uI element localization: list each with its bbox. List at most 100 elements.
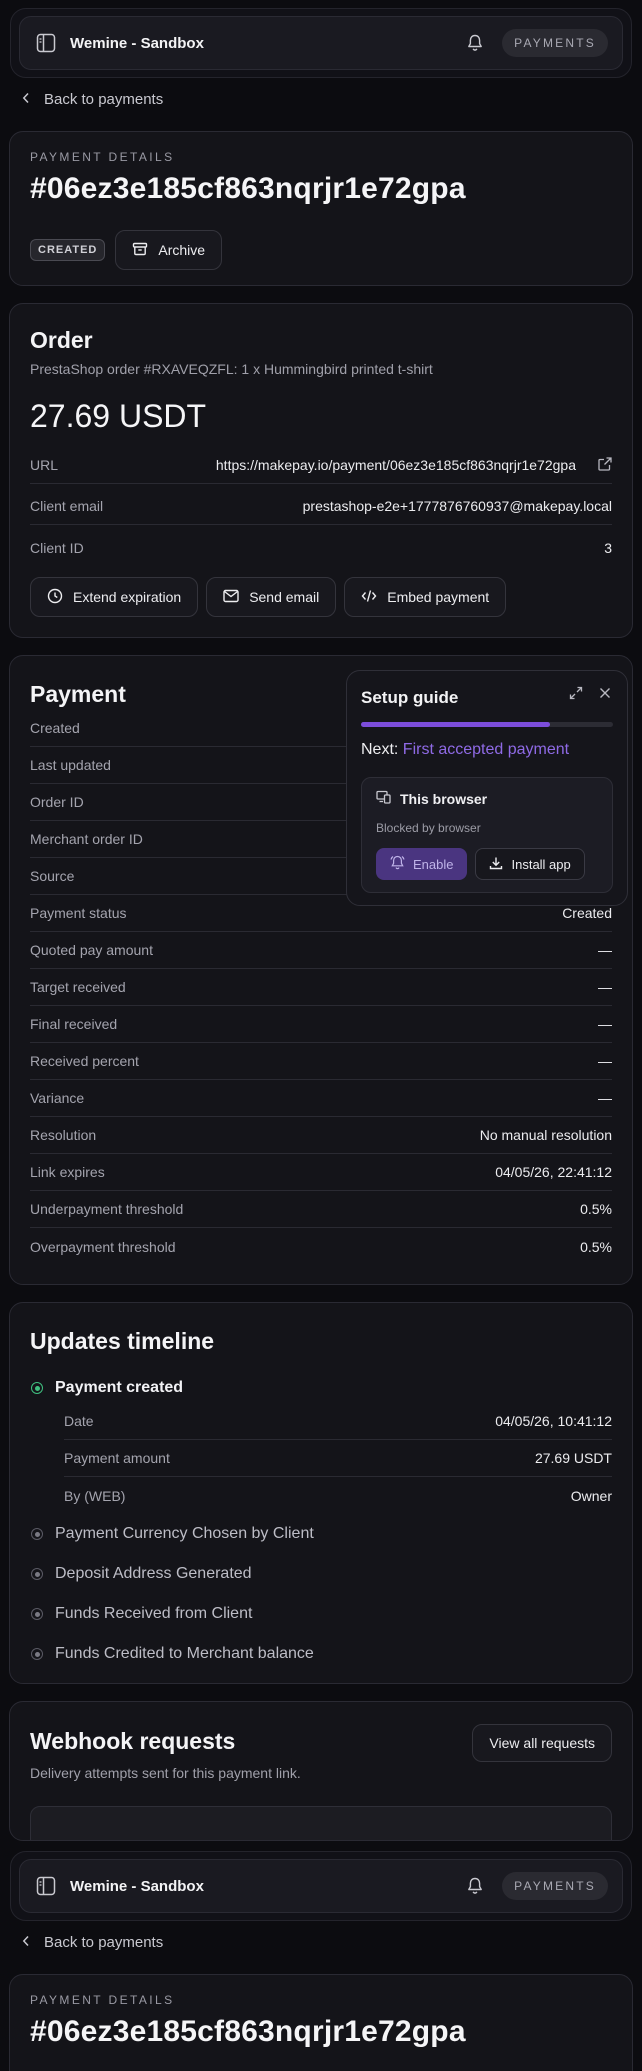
timeline-item-pending: Deposit Address Generated <box>31 1565 252 1583</box>
embed-payment-button[interactable]: Embed payment <box>344 577 507 617</box>
timeline-title: Updates timeline <box>30 1328 215 1354</box>
sidebar-toggle-icon[interactable] <box>34 1874 58 1898</box>
order-description: PrestaShop order #RXAVEQZFL: 1 x Humming… <box>30 361 433 377</box>
code-icon <box>361 589 377 606</box>
back-to-payments-link[interactable]: Back to payments <box>22 1934 163 1951</box>
order-card: Order PrestaShop order #RXAVEQZFL: 1 x H… <box>9 303 633 638</box>
client-email-row: Client email prestashop-e2e+177787676093… <box>30 488 612 525</box>
send-email-button[interactable]: Send email <box>206 577 337 617</box>
timeline-detail-row: By (WEB) Owner <box>64 1477 612 1514</box>
install-app-button[interactable]: Install app <box>475 848 585 880</box>
payment-row: Received percent — <box>30 1043 612 1080</box>
payment-row: Final received — <box>30 1006 612 1043</box>
row-label: Underpayment threshold <box>30 1201 184 1217</box>
bell-icon[interactable] <box>464 1875 486 1897</box>
clock-icon <box>47 588 63 607</box>
next-step-link[interactable]: First accepted payment <box>403 741 569 758</box>
row-label: Final received <box>30 1016 118 1032</box>
row-value: No manual resolution <box>479 1127 612 1143</box>
row-label: Overpayment threshold <box>30 1238 176 1255</box>
section-pill[interactable]: PAYMENTS <box>502 29 608 57</box>
back-to-payments-link[interactable]: Back to payments <box>22 91 163 108</box>
view-all-requests-button[interactable]: View all requests <box>472 1724 612 1762</box>
order-amount: 27.69 USDT <box>30 398 207 434</box>
payment-details-card: PAYMENT DETAILS #06ez3e185cf863nqrjr1e72… <box>9 1974 633 2071</box>
timeline-item-label: Funds Received from Client <box>55 1605 253 1622</box>
webhooks-title: Webhook requests <box>30 1728 236 1754</box>
row-value: — <box>598 1090 612 1106</box>
enable-label: Enable <box>413 856 454 872</box>
status-badge: CREATED <box>30 239 106 261</box>
top-bar: Wemine - Sandbox PAYMENTS <box>10 1851 632 1921</box>
row-label: Link expires <box>30 1164 105 1180</box>
download-icon <box>489 856 503 873</box>
row-label: Resolution <box>30 1127 97 1143</box>
order-title: Order <box>30 327 93 353</box>
section-pill[interactable]: PAYMENTS <box>502 1872 608 1900</box>
payment-row: Link expires 04/05/26, 22:41:12 <box>30 1154 612 1191</box>
timeline-item-created: Payment created <box>31 1379 183 1397</box>
client-email-label: Client email <box>30 498 104 514</box>
payment-row: Variance — <box>30 1080 612 1117</box>
pending-dot-icon <box>31 1568 43 1580</box>
payment-row: Underpayment threshold 0.5% <box>30 1191 612 1228</box>
webhook-requests-card: Webhook requests Delivery attempts sent … <box>9 1701 633 1841</box>
updates-timeline-card: Updates timeline Payment created Date 04/… <box>9 1302 633 1684</box>
row-label: By (WEB) <box>64 1487 126 1504</box>
row-value: — <box>598 1053 612 1069</box>
payment-details-page: Wemine - Sandbox PAYMENTS Back to paymen… <box>0 0 642 2071</box>
app-title: Wemine - Sandbox <box>70 1877 204 1895</box>
success-dot-icon <box>31 1382 43 1394</box>
bell-icon[interactable] <box>464 32 486 54</box>
bell-ring-icon <box>390 855 405 873</box>
archive-button[interactable]: Archive <box>115 230 223 270</box>
row-label: Target received <box>30 979 126 995</box>
setup-guide-title: Setup guide <box>361 688 459 707</box>
external-link-icon[interactable] <box>598 456 612 474</box>
row-value: — <box>598 1016 612 1032</box>
row-label: Source <box>30 868 75 884</box>
expand-icon[interactable] <box>569 686 583 703</box>
webhooks-subtitle: Delivery attempts sent for this payment … <box>30 1765 301 1781</box>
timeline-item-pending: Payment Currency Chosen by Client <box>31 1525 314 1543</box>
client-email-value: prestashop-e2e+1777876760937@makepay.loc… <box>302 498 612 514</box>
payment-url-link[interactable]: https://makepay.io/payment/06ez3e185cf86… <box>216 457 576 473</box>
payment-title: Payment <box>30 681 126 707</box>
timeline-item-label: Payment Currency Chosen by Client <box>55 1525 314 1542</box>
repeated-page-top: Wemine - Sandbox PAYMENTS Back to paymen… <box>0 1843 642 2071</box>
app-title: Wemine - Sandbox <box>70 34 204 52</box>
extend-expiration-button[interactable]: Extend expiration <box>30 577 199 617</box>
browser-box-title: This browser <box>400 790 488 807</box>
row-label: Payment amount <box>64 1450 170 1466</box>
payment-id: #06ez3e185cf863nqrjr1e72gpa <box>30 172 466 205</box>
details-overline: PAYMENT DETAILS <box>30 150 175 164</box>
back-label: Back to payments <box>44 1934 164 1951</box>
pending-dot-icon <box>31 1648 43 1660</box>
payment-row: Target received — <box>30 969 612 1006</box>
row-label: Variance <box>30 1090 85 1106</box>
sidebar-toggle-icon[interactable] <box>34 31 58 55</box>
close-icon[interactable] <box>599 686 611 702</box>
row-value: 04/05/26, 22:41:12 <box>495 1164 612 1180</box>
extend-expiration-label: Extend expiration <box>73 589 182 605</box>
row-label: Quoted pay amount <box>30 942 153 958</box>
client-id-label: Client ID <box>30 539 84 556</box>
row-label: Order ID <box>30 794 84 810</box>
row-value: 27.69 USDT <box>534 1450 612 1466</box>
timeline-detail-row: Payment amount 27.69 USDT <box>64 1440 612 1477</box>
url-label: URL <box>30 457 59 473</box>
enable-notifications-button[interactable]: Enable <box>376 848 468 880</box>
setup-guide-panel: Setup guide Next: First accepted payment… <box>346 670 628 906</box>
url-row: URL https://makepay.io/payment/06ez3e185… <box>30 447 612 484</box>
archive-icon <box>132 241 148 260</box>
setup-progress-fill <box>361 722 550 727</box>
back-label: Back to payments <box>44 91 164 108</box>
row-value: Created <box>562 905 612 921</box>
payment-id: #06ez3e185cf863nqrjr1e72gpa <box>30 2015 466 2048</box>
install-label: Install app <box>511 856 571 872</box>
embed-payment-label: Embed payment <box>387 589 490 605</box>
timeline-item-pending: Funds Credited to Merchant balance <box>31 1645 314 1663</box>
row-value: — <box>598 979 612 995</box>
pending-dot-icon <box>31 1608 43 1620</box>
pending-dot-icon <box>31 1528 43 1540</box>
